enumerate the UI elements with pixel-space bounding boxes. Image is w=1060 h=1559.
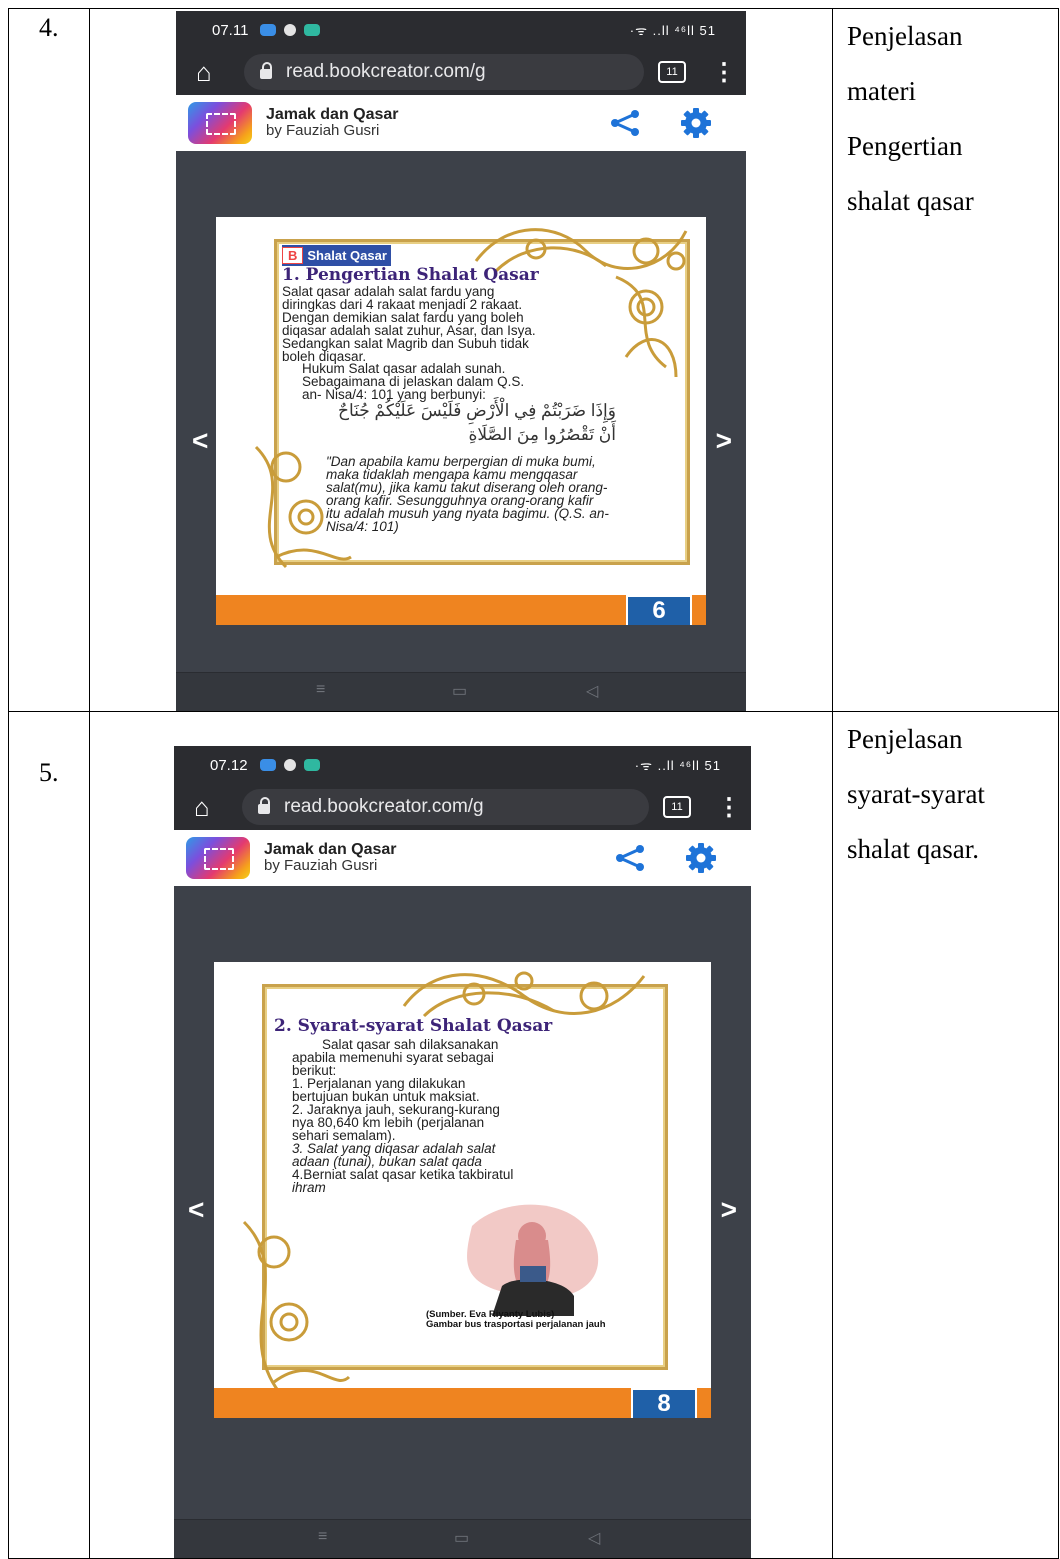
lock-icon	[258, 797, 270, 814]
ornament-left	[242, 1220, 351, 1393]
row-number: 5.	[39, 758, 59, 787]
quote-translation: "Dan apabila kamu berpergian di muka bum…	[326, 455, 656, 534]
book-creator-logo-icon	[186, 837, 250, 879]
page-number: 6	[626, 595, 692, 625]
prev-page-button[interactable]: <	[192, 425, 208, 457]
row-number: 4.	[39, 13, 59, 42]
url-text: read.bookcreator.com/g	[286, 61, 486, 82]
book-page: B Shalat Qasar 1. Pengertian Shalat Qasa…	[216, 217, 706, 625]
status-indicators: ·ᯤ ..ll ⁴⁶ll 51	[634, 758, 721, 773]
back-icon[interactable]: ◁	[586, 681, 598, 701]
paragraph-1: Salat qasar adalah salat fardu yang diri…	[282, 285, 602, 364]
ornament-right	[615, 275, 678, 378]
address-field[interactable]: read.bookcreator.com/g	[242, 789, 649, 825]
screenshot-cell: 07.11 ·ᯤ ..ll ⁴⁶ll 51 ⌂ read.bookcreator…	[89, 8, 833, 712]
phone-screenshot: 07.12 ·ᯤ ..ll ⁴⁶ll 51 ⌂ read.bookcreator…	[174, 746, 751, 1558]
tabs-count-icon[interactable]: 11	[658, 61, 686, 83]
description-line: syarat-syarat	[847, 779, 985, 809]
badge-text: Shalat Qasar	[307, 248, 387, 263]
lock-icon	[260, 62, 272, 79]
next-page-button[interactable]: >	[716, 425, 732, 457]
girl-reading-illustration	[467, 1204, 599, 1316]
status-indicators: ·ᯤ ..ll ⁴⁶ll 51	[629, 23, 716, 38]
status-bar: 07.12 ·ᯤ ..ll ⁴⁶ll 51	[174, 746, 751, 784]
message-icon	[260, 24, 277, 36]
home-button-icon[interactable]: ▭	[452, 681, 467, 701]
text-line: ihram	[292, 1180, 326, 1195]
app-icon	[284, 24, 297, 36]
next-page-button[interactable]: >	[721, 1194, 737, 1226]
share-icon[interactable]	[615, 845, 645, 871]
book-title: Jamak dan Qasar	[266, 106, 399, 123]
phone-screenshot: 07.11 ·ᯤ ..ll ⁴⁶ll 51 ⌂ read.bookcreator…	[176, 11, 746, 711]
app-icon	[283, 759, 296, 771]
description-line: shalat qasar	[847, 186, 974, 216]
status-bar: 07.11 ·ᯤ ..ll ⁴⁶ll 51	[176, 11, 746, 49]
page-body: Salat qasar sah dilaksanakan apabila mem…	[292, 1038, 572, 1195]
book-viewer: < > B Shalat Qasar 1. Pengertian Shalat …	[176, 151, 746, 711]
description-line: shalat qasar.	[847, 834, 979, 864]
page-heading: 1. Pengertian Shalat Qasar	[282, 265, 539, 285]
text-line: 4.Berniat salat qasar ketika takbiratul	[292, 1167, 514, 1182]
book-viewer: < > 2. Syarat-syarat Shalat Qasar Salat …	[174, 886, 751, 1558]
chat-icon	[304, 24, 321, 36]
gear-icon[interactable]	[680, 107, 712, 139]
description-cell: Penjelasan materi Pengertian shalat qasa…	[832, 8, 1059, 712]
share-icon[interactable]	[610, 110, 640, 136]
book-title: Jamak dan Qasar	[264, 841, 397, 858]
description-line: materi	[847, 76, 916, 106]
description-line: Penjelasan	[847, 21, 963, 51]
home-icon[interactable]: ⌂	[194, 792, 228, 823]
status-time: 07.12	[210, 756, 248, 774]
message-icon	[259, 759, 276, 771]
image-credit: (Sumber. Eva Riyanty Lubis) Gambar bus t…	[426, 1310, 606, 1330]
prev-page-button[interactable]: <	[188, 1194, 204, 1226]
text-line: an- Nisa/4: 101 yang berbunyi:	[302, 387, 486, 402]
arabic-line: أَنْ تَقْصُرُوا مِنَ الصَّلَاةِ	[468, 425, 616, 444]
book-header: Jamak dan Qasar by Fauziah Gusri	[174, 830, 751, 886]
book-author: by Fauziah Gusri	[264, 857, 378, 874]
browser-url-bar: ⌂ read.bookcreator.com/g 11 ⋮	[176, 49, 746, 95]
paragraph-2: Hukum Salat qasar adalah sunah. Sebagaim…	[302, 362, 602, 402]
document-table: 4. 07.11 ·ᯤ ..ll ⁴⁶ll 51 ⌂ read.bookcrea…	[8, 8, 1059, 1559]
android-nav-bar: ≡ ▭ ◁	[176, 672, 746, 711]
section-badge: B Shalat Qasar	[282, 245, 391, 266]
page-number: 8	[631, 1388, 697, 1418]
description-cell: Penjelasan syarat-syarat shalat qasar.	[832, 711, 1059, 1559]
description-line: Pengertian	[847, 131, 963, 161]
text-line: Nisa/4: 101)	[326, 519, 399, 534]
home-icon[interactable]: ⌂	[196, 57, 230, 88]
browser-url-bar: ⌂ read.bookcreator.com/g 11 ⋮	[174, 784, 751, 830]
chat-icon	[303, 759, 320, 771]
page-heading: 2. Syarat-syarat Shalat Qasar	[274, 1016, 553, 1036]
row-number-cell: 5.	[8, 711, 90, 1559]
gear-icon[interactable]	[685, 842, 717, 874]
arabic-line: وَإِذَا ضَرَبْتُمْ فِي الْأَرْضِ فَلَيْس…	[338, 401, 616, 420]
badge-letter: B	[282, 247, 304, 264]
more-menu-icon[interactable]: ⋮	[712, 58, 736, 87]
table-row: 4. 07.11 ·ᯤ ..ll ⁴⁶ll 51 ⌂ read.bookcrea…	[8, 8, 1059, 712]
address-field[interactable]: read.bookcreator.com/g	[244, 54, 644, 90]
description-line: Penjelasan	[847, 724, 963, 754]
back-icon[interactable]: ◁	[588, 1528, 600, 1548]
arabic-verse: وَإِذَا ضَرَبْتُمْ فِي الْأَرْضِ فَلَيْس…	[306, 401, 616, 445]
recent-apps-icon[interactable]: ≡	[316, 681, 325, 699]
text-line: Gambar bus trasportasi perjalanan jauh	[426, 1319, 606, 1330]
book-author: by Fauziah Gusri	[266, 122, 380, 139]
tabs-count-icon[interactable]: 11	[663, 796, 691, 818]
book-header: Jamak dan Qasar by Fauziah Gusri	[176, 95, 746, 151]
table-row: 5. 07.12 ·ᯤ ..ll ⁴⁶ll 51 ⌂ read.bookcrea…	[8, 711, 1059, 1559]
row-number-cell: 4.	[8, 8, 90, 712]
screenshot-cell: 07.12 ·ᯤ ..ll ⁴⁶ll 51 ⌂ read.bookcreator…	[89, 711, 833, 1559]
page-footer: 8	[214, 1388, 711, 1418]
book-page: 2. Syarat-syarat Shalat Qasar Salat qasa…	[214, 962, 711, 1418]
book-creator-logo-icon	[188, 102, 252, 144]
status-time: 07.11	[212, 21, 249, 39]
page-footer: 6	[216, 595, 706, 625]
url-text: read.bookcreator.com/g	[284, 796, 484, 817]
android-nav-bar: ≡ ▭ ◁	[174, 1519, 751, 1558]
more-menu-icon[interactable]: ⋮	[717, 793, 741, 822]
recent-apps-icon[interactable]: ≡	[318, 1528, 327, 1546]
home-button-icon[interactable]: ▭	[454, 1528, 469, 1548]
